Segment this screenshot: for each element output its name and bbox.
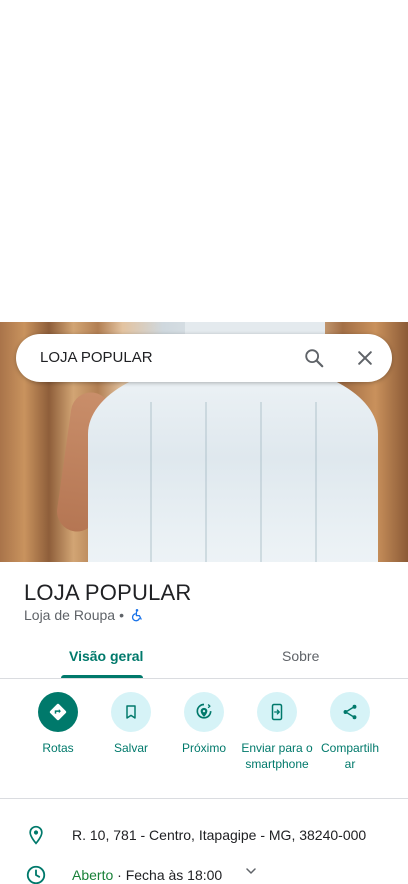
share-label: Compartilhar	[320, 741, 380, 771]
nearby-button[interactable]: Próximo	[164, 692, 244, 756]
tab-active-indicator	[61, 675, 143, 678]
directions-icon	[38, 692, 78, 732]
location-pin-icon	[24, 823, 48, 847]
close-icon[interactable]	[353, 346, 377, 370]
photo-dress	[88, 362, 378, 562]
search-bar[interactable]: LOJA POPULAR	[16, 334, 392, 382]
subtitle-separator: •	[119, 607, 124, 623]
search-icon[interactable]	[302, 346, 326, 370]
tab-overview[interactable]: Visão geral	[69, 648, 143, 664]
share-button[interactable]: Compartilhar	[310, 692, 390, 772]
hours-status: Aberto	[72, 867, 114, 883]
share-icon	[330, 692, 370, 732]
place-category: Loja de Roupa	[24, 607, 116, 623]
save-label: Salvar	[113, 741, 148, 755]
action-bar: Rotas Salvar Próximo Enviar para o smart…	[0, 692, 408, 798]
photo-fold	[315, 402, 317, 562]
hours-text: Aberto · Fecha às 18:00	[72, 867, 222, 883]
nearby-icon	[184, 692, 224, 732]
address-text: R. 10, 781 - Centro, Itapagipe - MG, 382…	[72, 827, 367, 843]
save-button[interactable]: Salvar	[91, 692, 171, 756]
photo-fold	[260, 402, 262, 562]
photo-fold	[150, 402, 152, 562]
hours-detail: · Fecha às 18:00	[113, 867, 223, 883]
wheelchair-icon	[130, 608, 144, 622]
place-title: LOJA POPULAR	[24, 580, 192, 605]
send-to-phone-label: Enviar para o smartphone	[241, 741, 313, 771]
map-area	[0, 0, 408, 322]
nearby-label: Próximo	[181, 741, 226, 755]
send-to-phone-button[interactable]: Enviar para o smartphone	[237, 692, 317, 772]
search-query[interactable]: LOJA POPULAR	[40, 349, 153, 366]
place-subtitle: Loja de Roupa •	[24, 607, 144, 623]
hours-row[interactable]: Aberto · Fecha às 18:00	[0, 859, 408, 884]
directions-label: Rotas	[42, 741, 74, 755]
photo-fold	[205, 402, 207, 562]
send-to-phone-icon	[257, 692, 297, 732]
tab-about[interactable]: Sobre	[282, 648, 319, 664]
address-row[interactable]: R. 10, 781 - Centro, Itapagipe - MG, 382…	[0, 819, 408, 851]
tab-bar: Visão geral Sobre	[0, 636, 408, 679]
section-divider	[0, 798, 408, 799]
directions-button[interactable]: Rotas	[18, 692, 98, 756]
bookmark-icon	[111, 692, 151, 732]
clock-icon	[24, 863, 48, 884]
chevron-down-icon[interactable]	[243, 863, 259, 884]
